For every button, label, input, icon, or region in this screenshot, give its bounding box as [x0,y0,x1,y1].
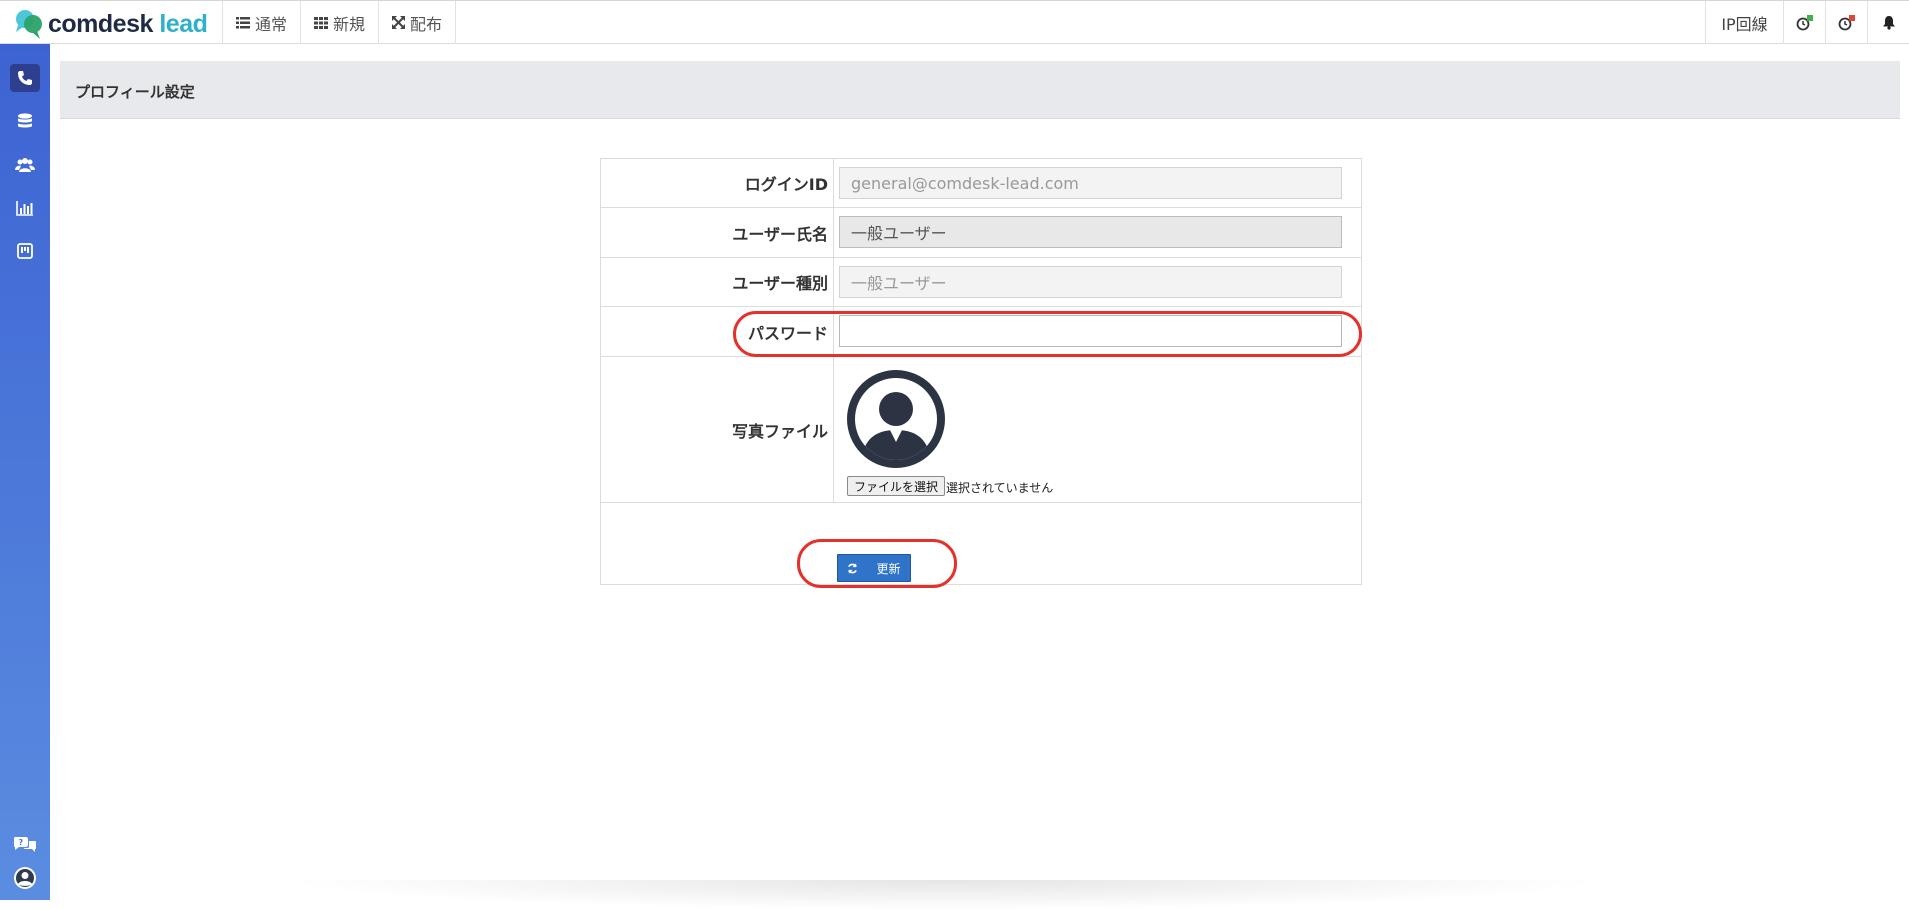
sidebar-item-reports[interactable] [10,194,40,222]
sidebar-item-board[interactable] [10,237,40,265]
sidebar-item-profile[interactable] [10,864,40,892]
login-id-label: ログインID [601,159,834,207]
row-user-type: ユーザー種別 [601,258,1361,307]
row-login-id: ログインID [601,159,1361,208]
logo[interactable]: comdesk lead [14,8,208,40]
users-icon [15,158,35,172]
nav-new[interactable]: 新規 [300,1,378,44]
row-user-name: ユーザー氏名 [601,208,1361,258]
login-id-field[interactable] [839,167,1342,199]
list-icon [236,16,250,28]
row-photo: 写真ファイル ファイルを選択 選択されていません [601,357,1361,503]
user-name-label: ユーザー氏名 [601,208,834,257]
nav-normal[interactable]: 通常 [222,1,300,44]
chat-help-icon: ? [14,837,36,852]
sidebar-item-users[interactable] [10,151,40,179]
logo-bubble-icon [16,10,42,39]
bell-icon [1882,16,1895,30]
sidebar: ? [0,44,50,900]
page-header: プロフィール設定 [60,61,1900,119]
user-name-field[interactable] [839,216,1342,248]
grid-icon [314,16,329,29]
choose-file-button[interactable]: ファイルを選択 [847,476,946,496]
database-icon [18,113,32,128]
board-icon [17,243,33,259]
password-label: パスワード [601,307,834,356]
timer-status-green-icon [1796,14,1813,30]
user-circle-icon [14,867,36,889]
bar-chart-icon [16,201,33,216]
svg-text:?: ? [19,838,24,847]
phone-icon [18,71,32,85]
top-bar: comdesk lead 通常 新規 配布 IP回線 [0,0,1909,44]
file-status-text: 選択されていません [946,481,1054,495]
password-field[interactable] [839,315,1342,347]
notifications-button[interactable] [1867,1,1909,44]
sidebar-item-chat-help[interactable]: ? [10,831,40,859]
sidebar-item-database[interactable] [10,108,40,136]
row-password: パスワード [601,307,1361,357]
timer-status-red-icon [1838,14,1855,30]
ip-line-button[interactable]: IP回線 [1705,1,1783,44]
update-button[interactable]: 更新 [837,554,911,582]
profile-form: ログインID ユーザー氏名 ユーザー種別 パスワード 写真ファイル ファイルを選… [600,158,1362,585]
user-type-label: ユーザー種別 [601,258,834,306]
default-avatar-icon [847,370,945,468]
expand-arrows-icon [392,16,406,29]
photo-label: 写真ファイル [601,357,834,502]
status-green-button[interactable] [1783,1,1825,44]
logo-text: comdesk lead [48,9,208,38]
user-type-field[interactable] [839,266,1342,298]
status-red-button[interactable] [1825,1,1867,44]
page-title: プロフィール設定 [75,83,195,101]
row-submit: 更新 [601,503,1361,585]
sidebar-item-phone[interactable] [10,64,40,92]
top-nav: 通常 新規 配布 [222,1,457,44]
bottom-shadow [280,880,1610,910]
top-right-nav: IP回線 [1705,1,1909,44]
nav-distribute[interactable]: 配布 [378,1,457,44]
refresh-icon [848,562,858,574]
